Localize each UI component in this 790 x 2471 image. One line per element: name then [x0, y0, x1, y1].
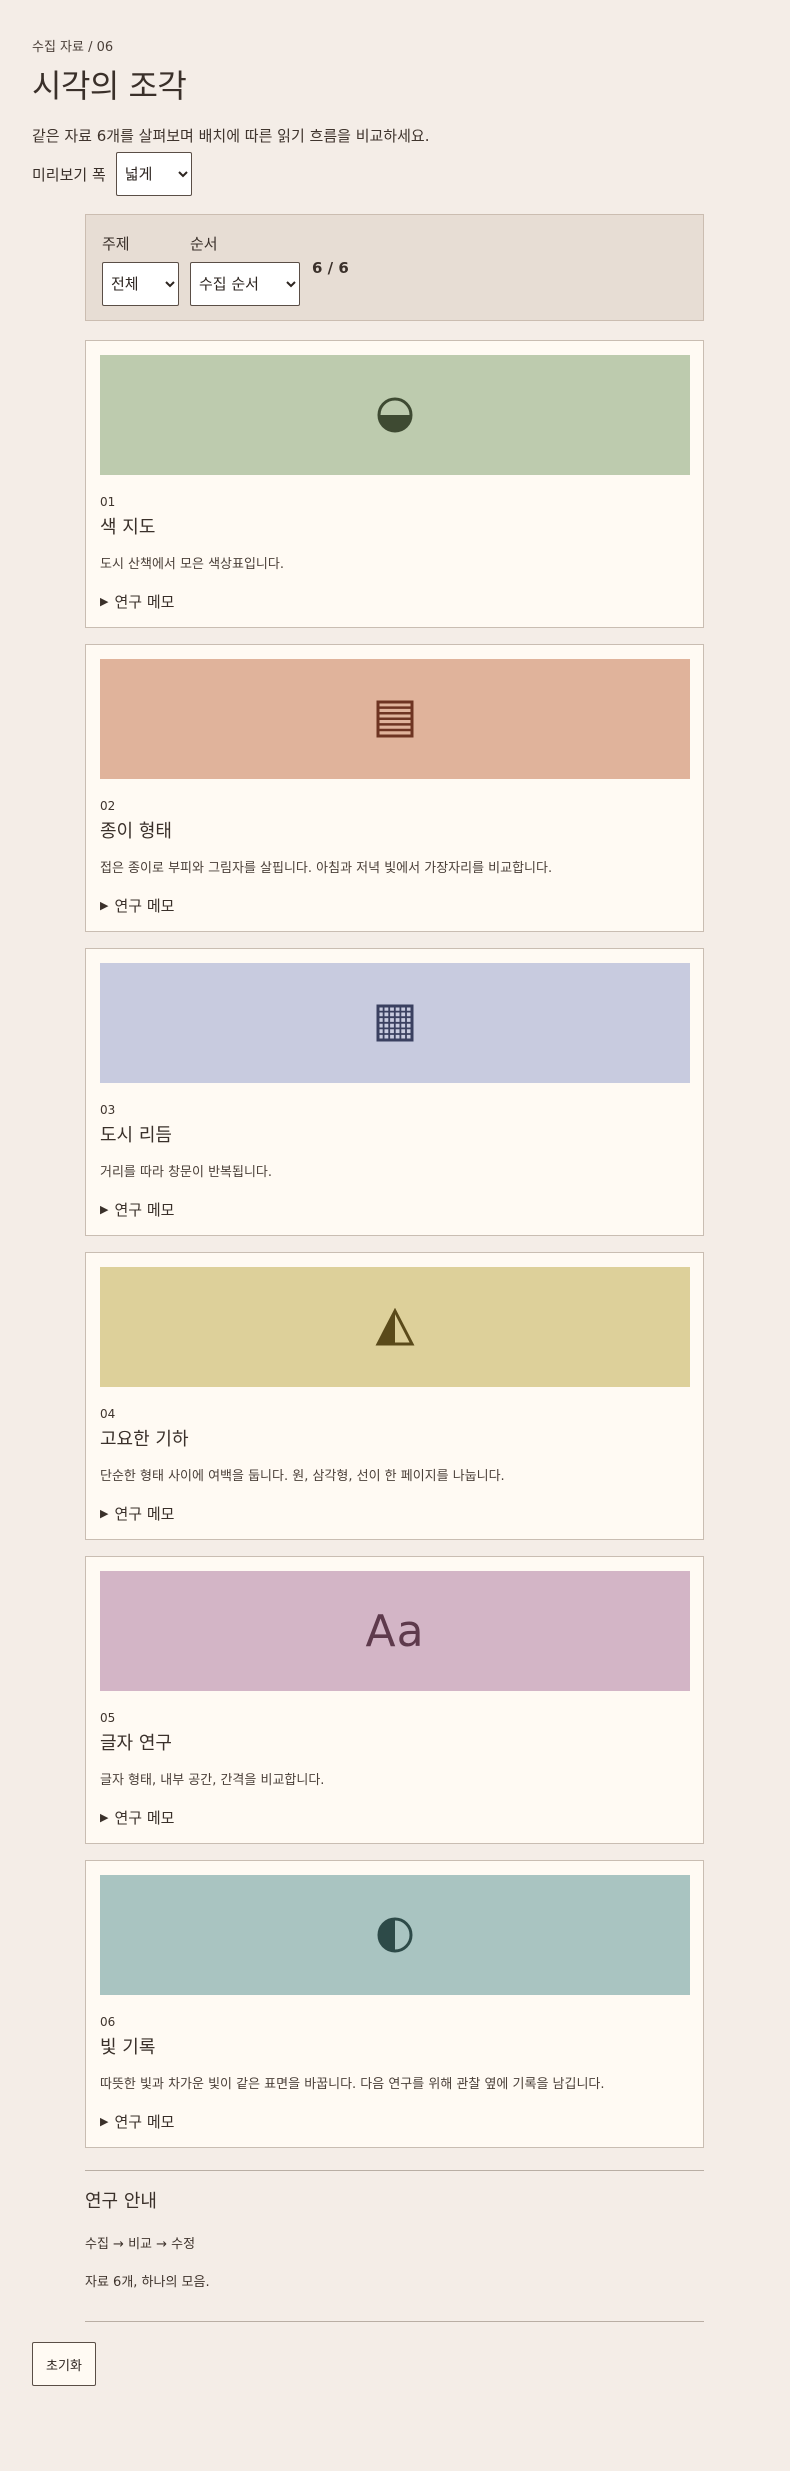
breadcrumb: 수집 자료 / 06: [32, 40, 114, 55]
card-number: 02: [100, 799, 116, 813]
collection-card: 04 고요한 기하단순한 형태 사이에 여백을 둡니다. 원, 삼각형, 선이 한…: [85, 1252, 704, 1540]
guide-flow: 수집 → 비교 → 수정: [85, 2237, 196, 2252]
card-title: 도시 리듬: [100, 1125, 172, 1146]
striped-square-icon: [376, 700, 414, 738]
preview-width-select[interactable]: 넓게: [115, 152, 192, 196]
disclosure-triangle-icon: ▶: [100, 899, 109, 912]
disclosure-triangle-icon: ▶: [100, 1507, 109, 1520]
card-title: 빛 기록: [100, 2037, 156, 2058]
card-media: [100, 1875, 690, 1995]
research-memo-toggle[interactable]: ▶ 연구 메모: [100, 2111, 174, 2132]
disclosure-triangle-icon: ▶: [100, 1203, 109, 1216]
card-description: 단순한 형태 사이에 여백을 둡니다. 원, 삼각형, 선이 한 페이지를 나눕…: [100, 1469, 505, 1484]
card-media: [100, 355, 690, 475]
filter-panel: 주제 전체 순서 수집 순서 6 / 6: [85, 214, 704, 321]
preview-width-control: 미리보기 폭 넓게: [32, 152, 192, 196]
order-label: 순서: [190, 235, 218, 253]
grid-square-icon: [376, 1004, 414, 1042]
type-aa-icon: Aa: [365, 1605, 425, 1657]
collection-card: 02 종이 형태접은 종이로 부피와 그림자를 살핍니다. 아침과 저녁 빛에서 …: [85, 644, 704, 932]
research-memo-toggle[interactable]: ▶ 연구 메모: [100, 895, 174, 916]
order-select[interactable]: 수집 순서: [190, 262, 300, 306]
half-filled-circle-icon: [376, 396, 414, 434]
reset-button[interactable]: 초기화: [32, 2342, 96, 2386]
card-description: 따뜻한 빛과 차가운 빛이 같은 표면을 바꿉니다. 다음 연구를 위해 관찰 …: [100, 2077, 605, 2092]
card-media: [100, 963, 690, 1083]
research-memo-toggle[interactable]: ▶ 연구 메모: [100, 1807, 174, 1828]
card-media: Aa: [100, 1571, 690, 1691]
research-memo-toggle[interactable]: ▶ 연구 메모: [100, 1199, 174, 1220]
card-title: 종이 형태: [100, 821, 172, 842]
guide-summary: 자료 6개, 하나의 모음.: [85, 2275, 210, 2290]
card-description: 거리를 따라 창문이 반복됩니다.: [100, 1165, 273, 1180]
card-description: 글자 형태, 내부 공간, 간격을 비교합니다.: [100, 1773, 325, 1788]
topic-filter: 주제 전체: [102, 233, 179, 306]
half-moon-circle-icon: [376, 1916, 414, 1954]
research-memo-label: 연구 메모: [114, 2113, 175, 2131]
research-guide: 연구 안내 수집 → 비교 → 수정 자료 6개, 하나의 모음.: [85, 2170, 704, 2322]
card-title: 고요한 기하: [100, 1429, 189, 1450]
page-header: 수집 자료 / 06 시각의 조각 같은 자료 6개를 살펴보며 배치에 따른 …: [32, 36, 758, 146]
topic-select[interactable]: 전체: [102, 262, 179, 306]
collection-card: 01 색 지도도시 산책에서 모은 색상표입니다. ▶ 연구 메모: [85, 340, 704, 628]
card-title: 색 지도: [100, 517, 156, 538]
research-memo-label: 연구 메모: [114, 1809, 175, 1827]
collection-card: 03 도시 리듬거리를 따라 창문이 반복됩니다. ▶ 연구 메모: [85, 948, 704, 1236]
guide-title: 연구 안내: [85, 2191, 157, 2212]
card-number: 01: [100, 495, 116, 509]
card-media: [100, 659, 690, 779]
result-count: 6 / 6: [312, 259, 349, 277]
research-memo-label: 연구 메모: [114, 897, 175, 915]
topic-label: 주제: [102, 235, 130, 253]
card-number: 06: [100, 2015, 116, 2029]
disclosure-triangle-icon: ▶: [100, 595, 109, 608]
card-number: 04: [100, 1407, 116, 1421]
page-title: 시각의 조각: [32, 67, 187, 105]
card-media: [100, 1267, 690, 1387]
disclosure-triangle-icon: ▶: [100, 1811, 109, 1824]
disclosure-triangle-icon: ▶: [100, 2115, 109, 2128]
preview-width-label: 미리보기 폭: [32, 165, 106, 184]
order-filter: 순서 수집 순서: [190, 233, 300, 306]
research-memo-toggle[interactable]: ▶ 연구 메모: [100, 1503, 174, 1524]
research-memo-label: 연구 메모: [114, 1201, 175, 1219]
collection-card: 06 빛 기록따뜻한 빛과 차가운 빛이 같은 표면을 바꿉니다. 다음 연구를 …: [85, 1860, 704, 2148]
card-number: 03: [100, 1103, 116, 1117]
card-number: 05: [100, 1711, 116, 1725]
card-description: 도시 산책에서 모은 색상표입니다.: [100, 557, 284, 572]
card-description: 접은 종이로 부피와 그림자를 살핍니다. 아침과 저녁 빛에서 가장자리를 비…: [100, 861, 553, 876]
collection-card: Aa 05 글자 연구글자 형태, 내부 공간, 간격을 비교합니다. ▶ 연구 메모: [85, 1556, 704, 1844]
research-memo-toggle[interactable]: ▶ 연구 메모: [100, 591, 174, 612]
card-title: 글자 연구: [100, 1733, 172, 1754]
research-memo-label: 연구 메모: [114, 593, 175, 611]
intro-text: 같은 자료 6개를 살펴보며 배치에 따른 읽기 흐름을 비교하세요.: [32, 127, 430, 145]
research-memo-label: 연구 메모: [114, 1505, 175, 1523]
half-triangle-icon: [375, 1308, 415, 1346]
